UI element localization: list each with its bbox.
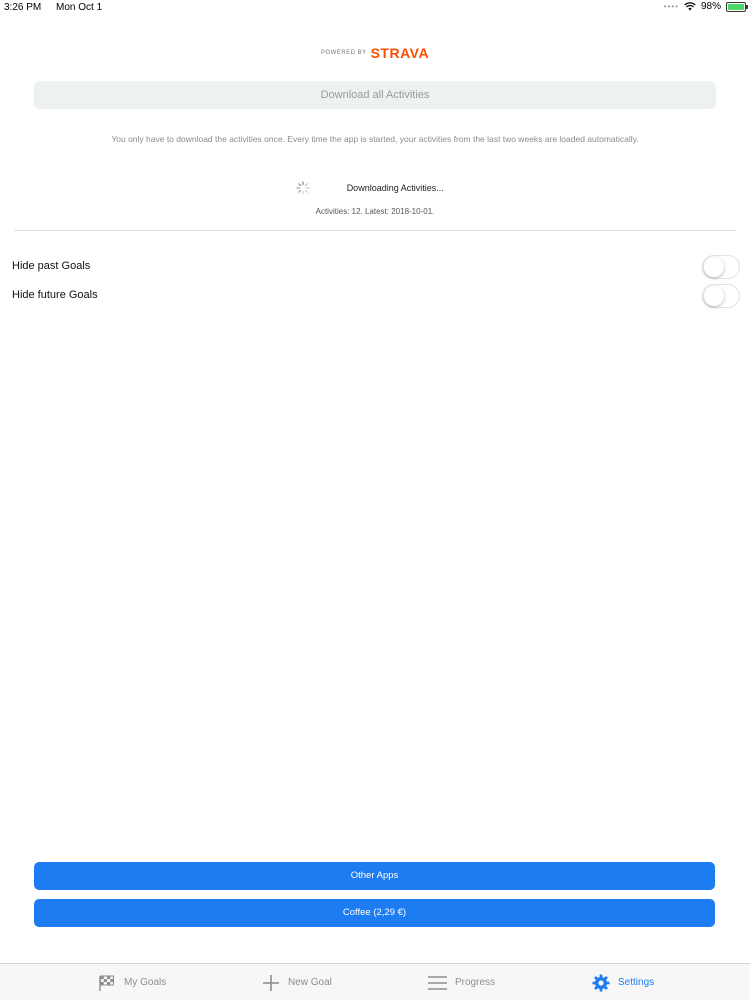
hide-future-goals-label: Hide future Goals xyxy=(12,289,98,301)
activity-stats: Activities: 12. Latest: 2018-10-01. xyxy=(315,207,435,216)
spinner-icon xyxy=(296,181,310,195)
settings-screen: 3:26 PM Mon Oct 1 •••• 98% POWERED BY STR… xyxy=(0,0,750,1000)
powered-by-text: POWERED BY xyxy=(320,49,367,56)
checkered-flag-icon xyxy=(99,975,114,991)
coffee-button[interactable]: Coffee (2,29 €) xyxy=(34,899,715,927)
battery-fill xyxy=(728,3,744,10)
downloading-status: Downloading Activities... xyxy=(0,179,750,195)
tab-settings[interactable]: Settings xyxy=(592,964,654,1000)
wifi-icon xyxy=(684,2,696,11)
signal-dots-icon: •••• xyxy=(663,2,679,11)
list-icon xyxy=(428,975,447,990)
status-bar: 3:26 PM Mon Oct 1 •••• 98% xyxy=(0,0,750,16)
download-all-activities-button[interactable]: Download all Activities xyxy=(34,81,716,109)
downloading-label: Downloading Activities... xyxy=(346,182,444,193)
tab-label: Progress xyxy=(455,977,496,988)
tab-bar: My Goals New Goal Progress Settings xyxy=(0,963,750,1000)
battery-percent: 98% xyxy=(700,1,721,12)
toggle-knob xyxy=(704,286,724,306)
download-info-text: You only have to download the activities… xyxy=(111,134,639,144)
tab-new-goal[interactable]: New Goal xyxy=(262,964,332,1000)
divider xyxy=(14,230,736,231)
status-right: •••• 98% xyxy=(663,1,748,12)
toggle-knob xyxy=(704,257,724,277)
hide-past-goals-toggle[interactable] xyxy=(702,255,740,279)
hide-future-goals-row: Hide future Goals xyxy=(12,284,740,308)
tab-label: My Goals xyxy=(124,977,167,988)
other-apps-button[interactable]: Other Apps xyxy=(34,862,715,890)
hide-past-goals-row: Hide past Goals xyxy=(12,255,740,279)
tab-label: New Goal xyxy=(288,977,332,988)
strava-brand: STRAVA xyxy=(370,44,430,61)
tab-label: Settings xyxy=(618,977,655,988)
tab-my-goals[interactable]: My Goals xyxy=(98,964,166,1000)
battery-icon xyxy=(726,1,748,12)
gear-icon xyxy=(592,974,610,991)
hide-future-goals-toggle[interactable] xyxy=(702,284,740,308)
tab-progress[interactable]: Progress xyxy=(428,964,495,1000)
status-time: 3:26 PM xyxy=(4,2,42,13)
status-date: Mon Oct 1 xyxy=(56,2,103,13)
hide-past-goals-label: Hide past Goals xyxy=(12,260,91,272)
status-left: 3:26 PM Mon Oct 1 xyxy=(4,2,114,13)
powered-by-strava-logo: POWERED BY STRAVA xyxy=(0,44,750,62)
plus-icon xyxy=(263,974,279,991)
